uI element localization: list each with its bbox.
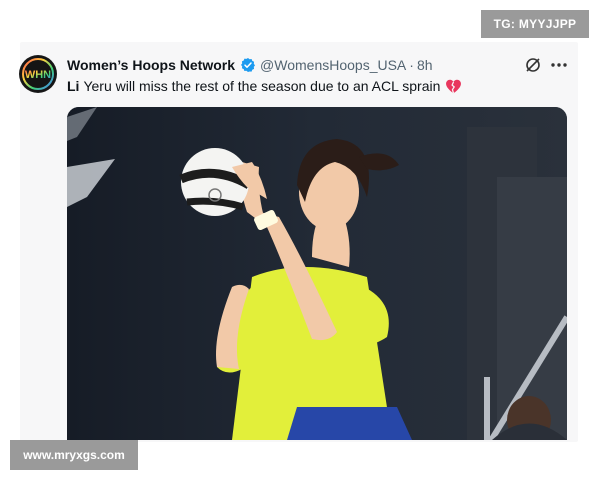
tweet-text-lead: Li bbox=[67, 78, 80, 94]
avatar-logo-text: WHN bbox=[25, 69, 51, 81]
tweet-media-photo[interactable] bbox=[67, 107, 567, 440]
player-photo bbox=[67, 107, 567, 440]
watermark-telegram: TG: MYYJJPP bbox=[481, 10, 589, 38]
avatar[interactable]: WHN bbox=[19, 55, 57, 93]
tweet-header: Women’s Hoops Network @WomensHoops_USA ·… bbox=[67, 57, 433, 73]
header-separator: · bbox=[409, 57, 414, 73]
broken-heart-icon bbox=[445, 79, 462, 94]
author-name[interactable]: Women’s Hoops Network bbox=[67, 57, 235, 73]
author-handle[interactable]: @WomensHoops_USA bbox=[260, 57, 406, 73]
tweet-timestamp[interactable]: 8h bbox=[417, 57, 433, 73]
grok-icon[interactable] bbox=[524, 56, 542, 74]
more-options-icon[interactable] bbox=[550, 56, 568, 74]
watermark-website: www.mryxgs.com bbox=[10, 440, 138, 470]
whn-logo: WHN bbox=[20, 56, 56, 92]
verified-badge-icon bbox=[240, 57, 256, 73]
tweet-text: Li Yeru will miss the rest of the season… bbox=[67, 78, 462, 94]
tweet-text-body: Yeru will miss the rest of the season du… bbox=[83, 78, 441, 94]
